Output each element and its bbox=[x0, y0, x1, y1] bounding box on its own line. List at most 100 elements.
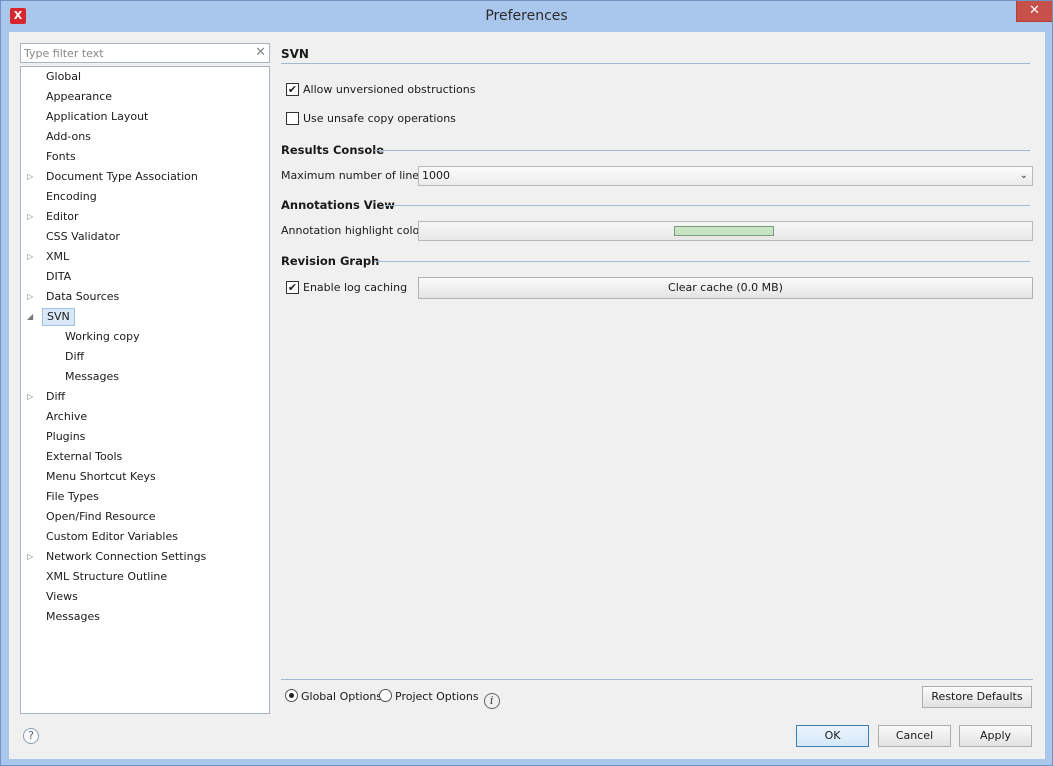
expanded-arrow-icon[interactable]: ◢ bbox=[27, 308, 37, 326]
unsafe-copy-label: Use unsafe copy operations bbox=[303, 112, 456, 125]
preferences-window: X Preferences ✕ ✕ Global Appearance Applic… bbox=[0, 0, 1053, 766]
project-options-radio-icon[interactable] bbox=[379, 689, 392, 702]
project-options-radio[interactable]: Project Options i bbox=[379, 689, 500, 709]
tree-item-label: Editor bbox=[46, 210, 79, 223]
unsafe-copy-checkbox[interactable] bbox=[286, 112, 299, 125]
max-lines-dropdown[interactable]: 1000 ⌄ bbox=[418, 166, 1033, 186]
tree-item[interactable]: ▷ Network Connection Settings bbox=[21, 548, 269, 566]
tree-item[interactable]: Encoding bbox=[21, 188, 269, 206]
tree-item-label: Diff bbox=[65, 350, 85, 363]
tree-item[interactable]: ▷ Data Sources bbox=[21, 288, 269, 306]
tree-item-label: Fonts bbox=[46, 150, 76, 163]
max-lines-value: 1000 bbox=[422, 169, 450, 182]
revision-graph-heading: Revision Graph bbox=[281, 254, 380, 268]
tree-item[interactable]: Custom Editor Variables bbox=[21, 528, 269, 546]
tree-item[interactable]: Working copy bbox=[21, 328, 269, 346]
clear-cache-button[interactable]: Clear cache (0.0 MB) bbox=[418, 277, 1033, 299]
annotation-color-picker[interactable] bbox=[418, 221, 1033, 241]
annotations-view-divider bbox=[385, 205, 1030, 206]
chevron-down-icon: ⌄ bbox=[1019, 170, 1028, 181]
info-icon[interactable]: i bbox=[483, 693, 500, 709]
collapsed-arrow-icon[interactable]: ▷ bbox=[27, 288, 37, 306]
title-divider bbox=[281, 63, 1030, 64]
tree-item-label: Document Type Association bbox=[46, 170, 198, 183]
tree-item-label: Open/Find Resource bbox=[46, 510, 156, 523]
filter-box: ✕ bbox=[20, 43, 270, 63]
tree-item[interactable]: Messages bbox=[21, 608, 269, 626]
tree-item[interactable]: DITA bbox=[21, 268, 269, 286]
tree-item-label: Add-ons bbox=[46, 130, 91, 143]
tree-item[interactable]: Messages bbox=[21, 368, 269, 386]
close-window-button[interactable]: ✕ bbox=[1016, 1, 1052, 22]
filter-input[interactable] bbox=[21, 44, 251, 62]
allow-unversioned-label: Allow unversioned obstructions bbox=[303, 83, 476, 96]
tree-item-label: Appearance bbox=[46, 90, 113, 103]
tree-item[interactable]: ▷ Editor bbox=[21, 208, 269, 226]
color-swatch bbox=[674, 226, 774, 236]
title-bar: X Preferences ✕ bbox=[1, 1, 1052, 32]
tree-item[interactable]: Global bbox=[21, 68, 269, 86]
log-caching-checkbox[interactable]: ✔ bbox=[286, 281, 299, 294]
window-title: Preferences bbox=[485, 8, 568, 24]
preferences-tree[interactable]: Global Appearance Application Layout Add-on… bbox=[20, 66, 270, 714]
ok-button[interactable]: OK bbox=[796, 725, 869, 747]
tree-item-label: XML Structure Outline bbox=[46, 570, 168, 583]
tree-item[interactable]: Archive bbox=[21, 408, 269, 426]
tree-item-label: Data Sources bbox=[46, 290, 120, 303]
tree-item-label: Messages bbox=[46, 610, 100, 623]
tree-item-label: Menu Shortcut Keys bbox=[46, 470, 156, 483]
tree-item[interactable]: ▷ Diff bbox=[21, 388, 269, 406]
tree-item-label: Diff bbox=[46, 390, 66, 403]
collapsed-arrow-icon[interactable]: ▷ bbox=[27, 388, 37, 406]
tree-item[interactable]: External Tools bbox=[21, 448, 269, 466]
tree-item[interactable]: Menu Shortcut Keys bbox=[21, 468, 269, 486]
results-console-divider bbox=[374, 150, 1030, 151]
svn-settings-panel: SVN ✔ Allow unversioned obstructions Use… bbox=[281, 32, 1033, 722]
tree-item[interactable]: Fonts bbox=[21, 148, 269, 166]
collapsed-arrow-icon[interactable]: ▷ bbox=[27, 548, 37, 566]
tree-item[interactable]: Diff bbox=[21, 348, 269, 366]
page-title: SVN bbox=[281, 47, 309, 61]
collapsed-arrow-icon[interactable]: ▷ bbox=[27, 168, 37, 186]
dialog-body: ✕ Global Appearance Application Layout Add-… bbox=[9, 32, 1045, 759]
annotations-view-heading: Annotations View bbox=[281, 198, 395, 212]
results-console-heading: Results Console bbox=[281, 143, 384, 157]
tree-item-label: Encoding bbox=[46, 190, 97, 203]
tree-item[interactable]: Plugins bbox=[21, 428, 269, 446]
tree-item[interactable]: ▷ XML bbox=[21, 248, 269, 266]
log-caching-label: Enable log caching bbox=[303, 281, 408, 294]
tree-item[interactable]: Add-ons bbox=[21, 128, 269, 146]
tree-item-label: Plugins bbox=[46, 430, 86, 443]
tree-item[interactable]: ▷ Document Type Association bbox=[21, 168, 269, 186]
tree-item[interactable]: CSS Validator bbox=[21, 228, 269, 246]
tree-item[interactable]: Views bbox=[21, 588, 269, 606]
cancel-button[interactable]: Cancel bbox=[878, 725, 951, 747]
annotation-highlight-label: Annotation highlight color bbox=[281, 224, 424, 237]
tree-item[interactable]: XML Structure Outline bbox=[21, 568, 269, 586]
tree-item[interactable]: File Types bbox=[21, 488, 269, 506]
tree-item-label: XML bbox=[46, 250, 70, 263]
apply-button[interactable]: Apply bbox=[959, 725, 1032, 747]
restore-defaults-button[interactable]: Restore Defaults bbox=[922, 686, 1032, 708]
tree-item[interactable]: Open/Find Resource bbox=[21, 508, 269, 526]
project-options-label: Project Options bbox=[395, 690, 479, 703]
allow-unversioned-checkbox[interactable]: ✔ bbox=[286, 83, 299, 96]
tree-item-label: Custom Editor Variables bbox=[46, 530, 178, 543]
options-divider bbox=[281, 679, 1033, 680]
tree-item-label: Working copy bbox=[65, 330, 140, 343]
tree-item-label: Messages bbox=[65, 370, 119, 383]
tree-item[interactable]: Appearance bbox=[21, 88, 269, 106]
clear-filter-icon[interactable]: ✕ bbox=[255, 45, 266, 60]
collapsed-arrow-icon[interactable]: ▷ bbox=[27, 208, 37, 226]
tree-item-label: External Tools bbox=[46, 450, 123, 463]
revision-graph-divider bbox=[374, 261, 1030, 262]
tree-item[interactable]: Application Layout bbox=[21, 108, 269, 126]
max-lines-label: Maximum number of lines bbox=[281, 169, 425, 182]
tree-item[interactable]: ◢ SVN bbox=[21, 308, 269, 326]
tree-item-label: DITA bbox=[46, 270, 72, 283]
collapsed-arrow-icon[interactable]: ▷ bbox=[27, 248, 37, 266]
help-icon[interactable]: ? bbox=[23, 728, 39, 744]
tree-item-label: CSS Validator bbox=[46, 230, 120, 243]
global-options-radio[interactable]: Global Options bbox=[285, 689, 382, 705]
global-options-radio-icon[interactable] bbox=[285, 689, 298, 702]
